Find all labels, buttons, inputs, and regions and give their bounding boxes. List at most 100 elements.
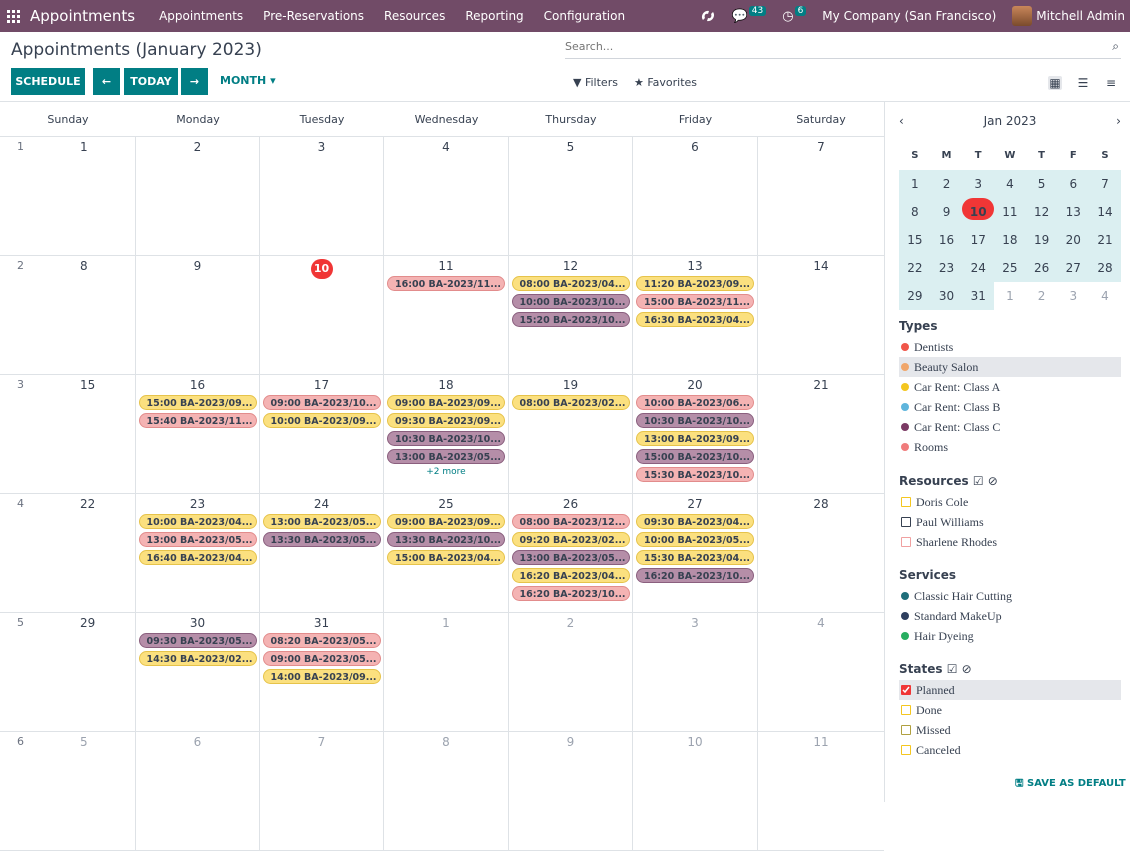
mini-day[interactable]: 21 [1089, 226, 1121, 254]
calendar-event[interactable]: 10:00 BA-2023/06... [636, 395, 754, 410]
mini-day[interactable]: 14 [1089, 198, 1121, 226]
day-cell[interactable]: 3 15 [0, 375, 136, 494]
day-cell[interactable]: 16 15:00 BA-2023/09... 15:40 BA-2023/11... [136, 375, 260, 494]
mini-day[interactable]: 20 [1057, 226, 1090, 254]
day-cell[interactable]: 23 10:00 BA-2023/04... 13:00 BA-2023/05...… [136, 494, 260, 613]
day-cell[interactable]: 9 [509, 732, 633, 851]
mini-day[interactable]: 29 [899, 282, 931, 310]
calendar-event[interactable]: 08:00 BA-2023/04... [511, 276, 630, 291]
calendar-event[interactable]: 13:00 BA-2023/05... [387, 449, 505, 464]
calendar-event[interactable]: 11:20 BA-2023/09... [636, 276, 754, 291]
day-cell[interactable]: 2 [136, 137, 260, 256]
filter-checkbox[interactable] [901, 725, 911, 735]
scale-dropdown[interactable]: MONTH ▾ [220, 74, 276, 87]
mini-day[interactable]: 10 [962, 198, 995, 226]
activities-button[interactable]: ◷ 6 [782, 6, 807, 24]
mini-day[interactable]: 1 [994, 282, 1026, 310]
user-menu[interactable]: Mitchell Admin [1012, 6, 1125, 26]
day-cell[interactable]: 12 08:00 BA-2023/04... 10:00 BA-2023/10...… [509, 256, 633, 375]
day-cell[interactable]: 65 [0, 732, 136, 851]
voip-icon[interactable] [700, 8, 716, 24]
day-cell[interactable]: 21 [758, 375, 884, 494]
day-cell[interactable]: 8 [384, 732, 509, 851]
calendar-event[interactable]: 15:00 BA-2023/10... [636, 449, 754, 464]
mini-day[interactable]: 9 [930, 198, 963, 226]
calendar-event[interactable]: 15:30 BA-2023/04... [636, 550, 754, 565]
day-cell[interactable]: 28 [0, 256, 136, 375]
mini-day[interactable]: 8 [899, 198, 931, 226]
clear-icon[interactable]: ⊘ [988, 474, 998, 488]
mini-day[interactable]: 16 [930, 226, 963, 254]
day-cell[interactable]: 11 [758, 732, 884, 851]
calendar-event[interactable]: 13:00 BA-2023/05... [511, 550, 630, 565]
mini-day[interactable]: 23 [930, 254, 963, 282]
mini-day[interactable]: 11 [994, 198, 1026, 226]
mini-day[interactable]: 2 [930, 170, 963, 198]
mini-day[interactable]: 27 [1057, 254, 1090, 282]
mini-day[interactable]: 22 [899, 254, 931, 282]
day-cell[interactable]: 3 [633, 613, 758, 732]
apps-menu-icon[interactable] [7, 9, 20, 23]
chevron-right-icon[interactable]: › [1116, 114, 1121, 128]
day-cell[interactable]: 20 10:00 BA-2023/06... 10:30 BA-2023/10...… [633, 375, 758, 494]
filter-item[interactable]: Paul Williams [899, 512, 1121, 532]
filter-item[interactable]: Hair Dyeing [899, 626, 1121, 646]
filter-item[interactable]: Standard MakeUp [899, 606, 1121, 626]
filter-checkbox[interactable] [901, 705, 911, 715]
previous-button[interactable]: ← [93, 68, 120, 95]
calendar-event[interactable]: 15:00 BA-2023/04... [387, 550, 505, 565]
filter-checkbox[interactable] [901, 685, 911, 695]
filters-toggle[interactable]: ▼ Filters [573, 76, 618, 89]
calendar-event[interactable]: 13:00 BA-2023/09... [636, 431, 754, 446]
filter-checkbox[interactable] [901, 497, 911, 507]
day-cell[interactable]: 17 09:00 BA-2023/10... 10:00 BA-2023/09... [260, 375, 384, 494]
calendar-event[interactable]: 16:40 BA-2023/04... [138, 550, 257, 565]
filter-item[interactable]: Doris Cole [899, 492, 1121, 512]
mini-day[interactable]: 24 [962, 254, 995, 282]
mini-day[interactable]: 30 [930, 282, 963, 310]
mini-day[interactable]: 17 [962, 226, 995, 254]
mini-day[interactable]: 19 [1025, 226, 1058, 254]
day-cell[interactable]: 9 [136, 256, 260, 375]
filter-item[interactable]: Beauty Salon [899, 357, 1121, 377]
filter-item[interactable]: Car Rent: Class B [899, 397, 1121, 417]
calendar-event[interactable]: 09:30 BA-2023/09... [387, 413, 505, 428]
calendar-event[interactable]: 13:00 BA-2023/05... [262, 514, 381, 529]
filter-checkbox[interactable] [901, 537, 911, 547]
calendar-event[interactable]: 15:20 BA-2023/10... [511, 312, 630, 327]
calendar-event[interactable]: 16:20 BA-2023/10... [511, 586, 630, 601]
mini-day[interactable]: 3 [1057, 282, 1090, 310]
calendar-event[interactable]: 15:00 BA-2023/11... [636, 294, 754, 309]
more-events-link[interactable]: +2 more [384, 467, 508, 477]
company-switcher[interactable]: My Company (San Francisco) [822, 9, 996, 23]
menu-resources[interactable]: Resources [384, 9, 445, 23]
day-cell[interactable]: 30 09:30 BA-2023/05... 14:30 BA-2023/02... [136, 613, 260, 732]
day-cell[interactable]: 6 [633, 137, 758, 256]
filter-item[interactable]: Done [899, 700, 1121, 720]
day-cell[interactable]: 14 [758, 256, 884, 375]
calendar-event[interactable]: 09:20 BA-2023/02... [511, 532, 630, 547]
day-cell[interactable]: 4 [758, 613, 884, 732]
menu-appointments[interactable]: Appointments [159, 9, 243, 23]
menu-reporting[interactable]: Reporting [465, 9, 523, 23]
day-cell[interactable]: 11 [0, 137, 136, 256]
mini-day[interactable]: 26 [1025, 254, 1058, 282]
calendar-event[interactable]: 16:20 BA-2023/10... [636, 568, 754, 583]
day-cell[interactable]: 4 22 [0, 494, 136, 613]
mini-day[interactable]: 3 [962, 170, 995, 198]
save-as-default-button[interactable]: 🖫 SAVE AS DEFAULT [1015, 776, 1126, 793]
filter-item[interactable]: Classic Hair Cutting [899, 586, 1121, 606]
day-cell[interactable]: 10 [260, 256, 384, 375]
day-cell[interactable]: 24 13:00 BA-2023/05... 13:30 BA-2023/05... [260, 494, 384, 613]
app-brand[interactable]: Appointments [30, 7, 135, 25]
calendar-event[interactable]: 10:00 BA-2023/09... [262, 413, 381, 428]
day-cell[interactable]: 7 [260, 732, 384, 851]
search-icon[interactable]: ⌕ [1112, 39, 1119, 54]
calendar-event[interactable]: 16:30 BA-2023/04... [636, 312, 754, 327]
day-cell[interactable]: 31 08:20 BA-2023/05... 09:00 BA-2023/05...… [260, 613, 384, 732]
day-cell[interactable]: 13 11:20 BA-2023/09... 15:00 BA-2023/11...… [633, 256, 758, 375]
calendar-event[interactable]: 09:30 BA-2023/05... [138, 633, 257, 648]
calendar-event[interactable]: 09:30 BA-2023/04... [636, 514, 754, 529]
calendar-event[interactable]: 15:30 BA-2023/10... [636, 467, 754, 482]
filter-item[interactable]: Rooms [899, 437, 1121, 457]
